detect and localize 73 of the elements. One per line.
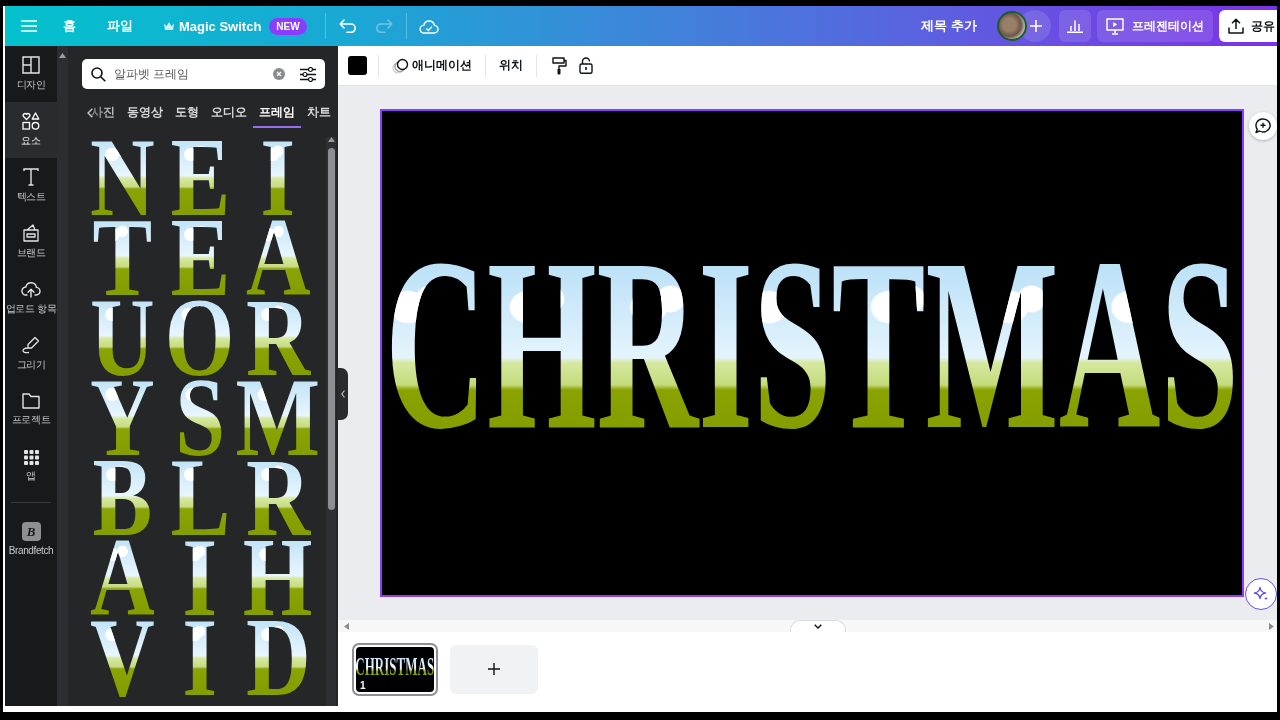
user-avatar[interactable] xyxy=(997,11,1027,41)
layout-icon xyxy=(22,56,40,74)
magic-assistant-button[interactable] xyxy=(1245,578,1277,610)
color-swatch[interactable] xyxy=(348,56,367,75)
thumbnail-text: CHRISTMAS xyxy=(356,658,434,676)
rail-item[interactable]: 텍스트 xyxy=(5,158,57,214)
category-tab[interactable]: 사진 xyxy=(85,98,121,128)
undo-icon xyxy=(338,19,357,33)
pages-toggle-button[interactable] xyxy=(789,620,846,632)
clear-search-button[interactable] xyxy=(271,66,287,82)
page-thumbnail[interactable]: CHRISTMAS 1 xyxy=(352,642,438,696)
shop-bag-icon xyxy=(22,224,40,242)
cloud-upload-icon xyxy=(21,280,41,298)
search-icon xyxy=(91,66,106,82)
analytics-button[interactable] xyxy=(1059,10,1091,42)
position-button[interactable]: 위치 xyxy=(497,50,525,81)
rail-item[interactable]: 앱 xyxy=(5,438,57,494)
category-tab[interactable]: 동영상 xyxy=(121,98,169,128)
panel-collapse-handle[interactable] xyxy=(338,368,348,420)
animation-circles-icon xyxy=(392,57,409,74)
scrollbar-thumb[interactable] xyxy=(327,148,335,510)
upload-icon xyxy=(1228,18,1244,34)
sparkle-icon xyxy=(1253,586,1269,602)
category-tab[interactable]: 도형 xyxy=(169,98,205,128)
sliders-icon xyxy=(300,66,316,82)
scroll-right-icon[interactable] xyxy=(1269,622,1274,630)
rail-item[interactable]: 업로드 항목 xyxy=(5,270,57,326)
clear-icon xyxy=(273,68,285,80)
crown-icon xyxy=(164,22,174,30)
menu-icon xyxy=(21,20,37,32)
shapes-icon xyxy=(22,112,40,130)
category-tab[interactable]: 프레임 xyxy=(253,98,301,128)
add-comment-button[interactable] xyxy=(1249,112,1277,140)
letter-frame[interactable]: A xyxy=(245,217,311,297)
category-tab[interactable]: 차트 xyxy=(301,98,337,128)
comment-plus-icon xyxy=(1255,118,1271,134)
share-button[interactable]: 공유 xyxy=(1219,10,1277,42)
lock-icon xyxy=(579,57,593,74)
scroll-up-icon[interactable] xyxy=(59,53,66,58)
text-t-icon xyxy=(23,168,39,186)
pen-icon xyxy=(22,336,40,354)
presentation-icon xyxy=(1106,17,1124,35)
chevron-down-icon xyxy=(813,624,822,629)
redo-icon xyxy=(374,19,393,33)
search-field[interactable]: 알파벳 프레임 xyxy=(82,59,325,89)
rail-item[interactable]: 디자인 xyxy=(5,46,57,102)
magic-switch-button[interactable]: Magic Switch NEW xyxy=(156,11,315,41)
apps-grid-icon xyxy=(23,449,39,465)
scroll-left-icon[interactable] xyxy=(344,622,349,630)
new-badge: NEW xyxy=(269,17,307,35)
rail-item[interactable]: 프로젝트 xyxy=(5,382,57,438)
rail-item[interactable]: 브랜드 xyxy=(5,214,57,270)
presentation-button[interactable]: 프레젠테이션 xyxy=(1097,10,1213,42)
scroll-up-icon[interactable] xyxy=(327,137,335,142)
paint-roller-icon xyxy=(551,56,567,75)
rail-item[interactable]: B Brandfetch xyxy=(5,511,57,567)
page-number: 1 xyxy=(360,679,366,691)
rail-item[interactable]: 요소 xyxy=(5,102,57,158)
title-button[interactable]: 제목 추가 xyxy=(913,11,985,41)
rail-item[interactable]: 그리기 xyxy=(5,326,57,382)
chevron-left-icon xyxy=(341,390,345,398)
animate-button[interactable]: 애니메이션 xyxy=(390,50,474,81)
plus-icon xyxy=(1030,20,1042,32)
design-page[interactable]: CHRISTMAS xyxy=(379,109,1244,597)
app-logo: B xyxy=(21,522,41,541)
chevron-left-icon xyxy=(87,108,93,118)
cloud-check-icon xyxy=(418,18,439,34)
plus-icon xyxy=(488,663,500,675)
filter-button[interactable] xyxy=(299,65,317,83)
category-tab[interactable]: 오디오 xyxy=(205,98,253,128)
folder-icon xyxy=(22,393,40,409)
bar-chart-icon xyxy=(1067,19,1083,33)
letter-frame[interactable]: A xyxy=(89,537,155,617)
